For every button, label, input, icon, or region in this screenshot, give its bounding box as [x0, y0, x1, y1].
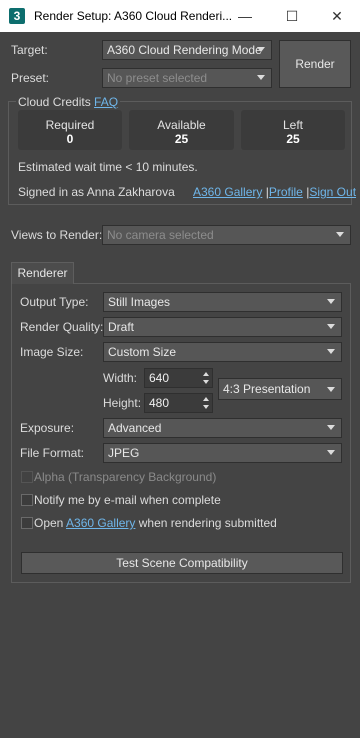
chevron-down-icon: [327, 450, 335, 455]
credit-value: 0: [66, 132, 74, 146]
notify-label: Notify me by e-mail when complete: [34, 493, 221, 507]
signed-in-text: Signed in as Anna Zakharova: [18, 185, 175, 199]
output-type-value: Still Images: [108, 295, 171, 309]
height-label: Height:: [103, 396, 142, 410]
preset-label: Preset:: [11, 71, 50, 85]
a360-gallery-link[interactable]: A360 Gallery: [193, 185, 262, 199]
credit-box-available: Available 25: [129, 110, 234, 150]
target-value: A360 Cloud Rendering Mode: [107, 43, 262, 57]
width-spinner[interactable]: 640: [144, 368, 213, 388]
title-bar: 3 Render Setup: A360 Cloud Renderi... — …: [0, 0, 360, 32]
aspect-ratio-dropdown[interactable]: 4:3 Presentation: [218, 378, 342, 400]
spinner-up-icon[interactable]: [203, 372, 209, 376]
spinner-down-icon[interactable]: [203, 405, 209, 409]
app-icon: 3: [9, 8, 25, 24]
exposure-label: Exposure:: [20, 421, 75, 435]
test-scene-compatibility-button[interactable]: Test Scene Compatibility: [21, 552, 343, 574]
credit-label: Required: [45, 118, 95, 132]
open-gallery-label: Open A360 Gallery when rendering submitt…: [34, 516, 277, 530]
credit-value: 25: [174, 132, 189, 146]
image-size-dropdown[interactable]: Custom Size: [103, 342, 342, 362]
height-value: 480: [149, 396, 170, 410]
open-gallery-checkbox[interactable]: [21, 517, 33, 529]
tab-renderer[interactable]: Renderer: [11, 262, 74, 284]
file-format-dropdown[interactable]: JPEG: [103, 443, 342, 463]
chevron-down-icon: [257, 47, 265, 52]
spinner-up-icon[interactable]: [203, 397, 209, 401]
chevron-down-icon: [257, 75, 265, 80]
open-gallery-link[interactable]: A360 Gallery: [66, 516, 135, 530]
preset-dropdown[interactable]: No preset selected: [102, 68, 272, 88]
open-gallery-prefix: Open: [34, 516, 64, 530]
spinner-down-icon[interactable]: [203, 380, 209, 384]
close-button[interactable]: ✕: [314, 0, 360, 32]
aspect-ratio-value: 4:3 Presentation: [223, 382, 311, 396]
alpha-checkbox[interactable]: [21, 471, 33, 483]
wait-time-text: Estimated wait time < 10 minutes.: [18, 160, 198, 174]
target-label: Target:: [11, 43, 48, 57]
height-spinner[interactable]: 480: [144, 393, 213, 413]
output-type-dropdown[interactable]: Still Images: [103, 292, 342, 312]
render-quality-label: Render Quality:: [20, 320, 104, 334]
credit-label: Left: [282, 118, 303, 132]
notify-checkbox[interactable]: [21, 494, 33, 506]
image-size-label: Image Size:: [20, 345, 84, 359]
width-value: 640: [149, 371, 170, 385]
chevron-down-icon: [327, 324, 335, 329]
output-type-label: Output Type:: [20, 295, 89, 309]
account-links: A360 Gallery |Profile |Sign Out: [193, 185, 356, 199]
credit-label: Available: [157, 118, 206, 132]
open-gallery-suffix: when rendering submitted: [138, 516, 277, 530]
profile-link[interactable]: Profile: [269, 185, 303, 199]
width-label: Width:: [103, 371, 138, 385]
render-quality-value: Draft: [108, 320, 135, 334]
exposure-dropdown[interactable]: Advanced: [103, 418, 342, 438]
chevron-down-icon: [327, 387, 335, 392]
faq-link[interactable]: FAQ: [94, 95, 118, 109]
views-to-render-label: Views to Render:: [11, 228, 103, 242]
target-dropdown[interactable]: A360 Cloud Rendering Mode: [102, 40, 272, 60]
chevron-down-icon: [327, 425, 335, 430]
file-format-value: JPEG: [108, 446, 140, 460]
chevron-down-icon: [336, 232, 344, 237]
credit-box-required: Required 0: [18, 110, 122, 150]
cloud-credits-title: Cloud Credits FAQ: [16, 95, 121, 109]
cloud-credits-title-text: Cloud Credits: [18, 95, 91, 109]
credit-box-left: Left 25: [241, 110, 345, 150]
sign-out-link[interactable]: Sign Out: [309, 185, 356, 199]
alpha-label: Alpha (Transparency Background): [34, 470, 217, 484]
chevron-down-icon: [327, 299, 335, 304]
preset-placeholder: No preset selected: [107, 71, 208, 85]
render-quality-dropdown[interactable]: Draft: [103, 317, 342, 337]
chevron-down-icon: [327, 349, 335, 354]
render-button[interactable]: Render: [279, 40, 351, 88]
file-format-label: File Format:: [20, 446, 85, 460]
views-to-render-dropdown[interactable]: No camera selected: [102, 225, 351, 245]
image-size-value: Custom Size: [108, 345, 177, 359]
views-placeholder: No camera selected: [107, 228, 214, 242]
credit-value: 25: [286, 132, 300, 146]
minimize-button[interactable]: —: [222, 0, 268, 32]
window-title: Render Setup: A360 Cloud Renderi...: [34, 9, 233, 23]
maximize-button[interactable]: ☐: [269, 0, 315, 32]
exposure-value: Advanced: [108, 421, 162, 435]
